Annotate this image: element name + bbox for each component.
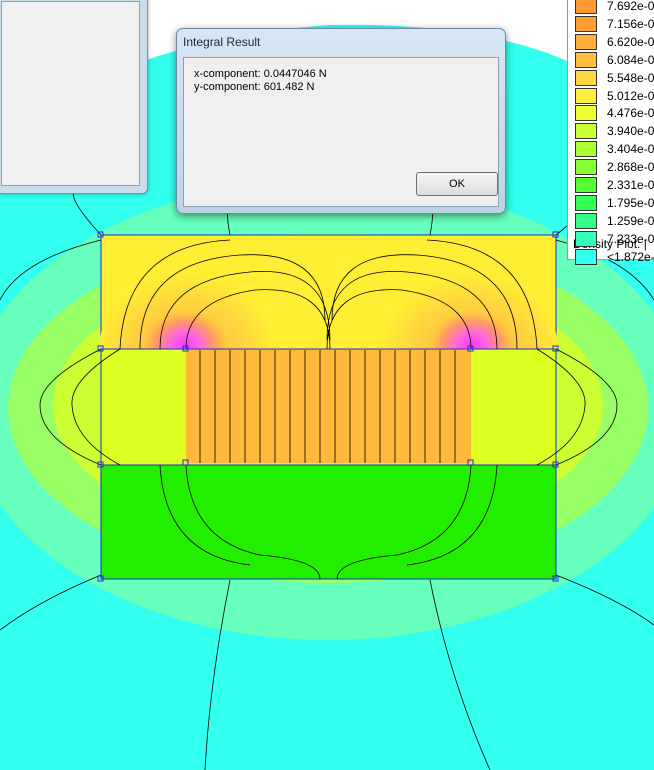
legend-label: 1.259e-0 [607, 213, 654, 228]
legend-row: 7.692e-0 [573, 0, 654, 14]
legend-label: 1.795e-0 [607, 195, 654, 210]
legend-label: 6.084e-0 [607, 52, 654, 67]
legend-label: 5.548e-0 [607, 70, 654, 85]
legend-row: 2.331e-0 [573, 176, 654, 193]
legend-swatch [575, 51, 597, 68]
legend-row: 7.233e-0 [573, 230, 654, 247]
legend-row: 6.620e-0 [573, 33, 654, 50]
bottom-iron [100, 464, 557, 580]
legend-swatch [575, 15, 597, 32]
legend-row: 2.868e-0 [573, 158, 654, 176]
legend-swatch [575, 33, 597, 50]
legend-swatch [575, 105, 597, 122]
magnet [186, 349, 471, 463]
x-component-result: x-component: 0.0447046 N [194, 68, 327, 80]
legend-row: 3.940e-0 [573, 122, 654, 140]
legend-swatch [575, 248, 597, 265]
legend-swatch [575, 230, 597, 247]
legend-label: 6.620e-0 [607, 34, 654, 49]
legend-row: 5.548e-0 [573, 69, 654, 86]
magnet-side-left [101, 349, 186, 465]
legend-label: 3.404e-0 [607, 142, 654, 157]
y-component-result: y-component: 601.482 N [194, 81, 315, 93]
legend-row: 5.012e-0 [573, 87, 654, 104]
legend-row: 6.084e-0 [573, 51, 654, 68]
magnet-side-right [471, 349, 556, 465]
legend-label: <1.872e- [607, 249, 654, 264]
legend-swatch [575, 194, 597, 211]
legend-swatch [575, 69, 597, 86]
density-legend: Density Plot: | 7.692e-0 7.156e-0 6.620e-0… [567, 0, 654, 265]
legend-swatch [575, 141, 597, 158]
legend-row: <1.872e- [573, 248, 654, 265]
legend-label: 5.012e-0 [607, 88, 654, 103]
ok-button[interactable]: OK [416, 172, 498, 196]
legend-swatch [575, 0, 597, 14]
legend-label: 7.156e-0 [607, 16, 654, 31]
legend-label: 4.476e-0 [607, 106, 654, 121]
legend-row: 7.156e-0 [573, 15, 654, 32]
background-window[interactable] [0, 0, 148, 194]
legend-row: 1.259e-0 [573, 212, 654, 229]
legend-swatch [575, 177, 597, 193]
legend-row: 1.795e-0 [573, 194, 654, 211]
legend-label: 7.692e-0 [607, 0, 654, 13]
dialog-title: Integral Result [183, 35, 261, 49]
legend-label: 7.233e-0 [607, 231, 654, 246]
legend-label: 3.940e-0 [607, 124, 654, 139]
legend-label: 2.868e-0 [607, 160, 654, 175]
legend-swatch [575, 212, 597, 229]
legend-row: 3.404e-0 [573, 140, 654, 158]
integral-result-dialog[interactable]: Integral Result x-component: 0.0447046 N… [176, 28, 506, 214]
legend-swatch [575, 123, 597, 140]
legend-swatch [575, 87, 597, 104]
dialog-client-area: x-component: 0.0447046 N y-component: 60… [183, 57, 499, 207]
legend-row: 4.476e-0 [573, 104, 654, 122]
background-window-client [1, 1, 140, 186]
legend-label: 2.331e-0 [607, 178, 654, 192]
legend-swatch [575, 159, 597, 176]
